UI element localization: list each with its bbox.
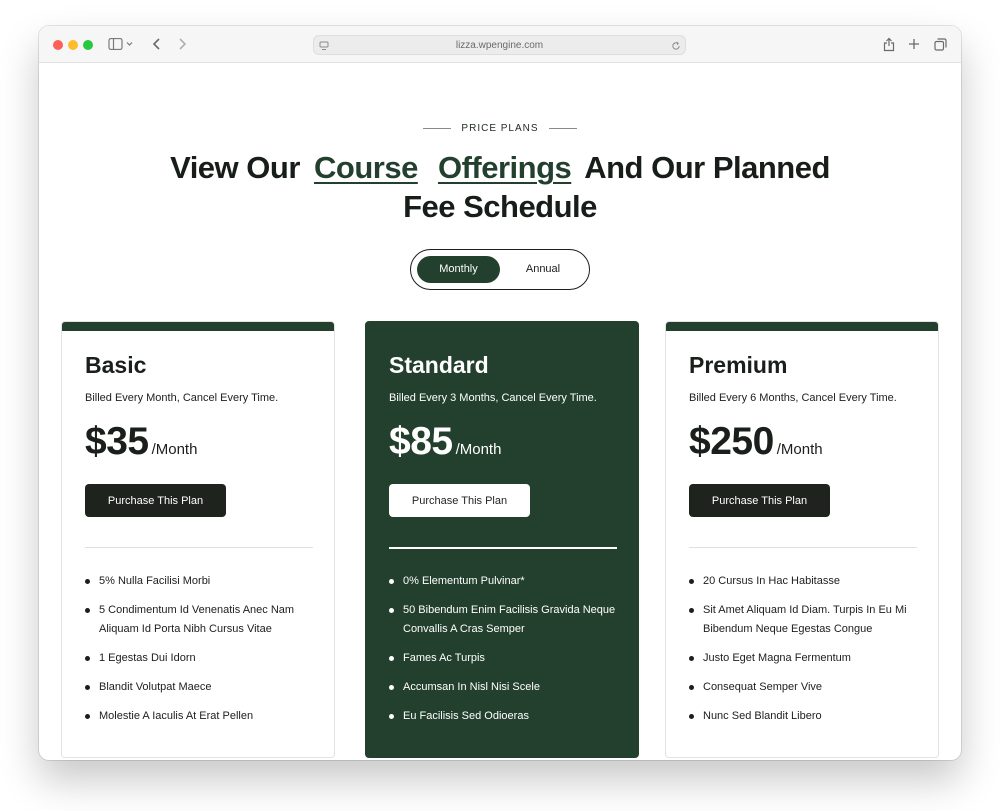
plan-price-row: $35/Month bbox=[85, 420, 197, 470]
chevron-left-icon[interactable] bbox=[149, 35, 165, 53]
tabs-overview-icon[interactable] bbox=[932, 35, 948, 53]
plan-price: $35 bbox=[85, 420, 149, 463]
plan-period: /Month bbox=[776, 441, 823, 458]
card-divider bbox=[689, 547, 917, 548]
feature-item: 20 Cursus In Hac Habitasse bbox=[689, 572, 919, 591]
feature-list: 0% Elementum Pulvinar* 50 Bibendum Enim … bbox=[389, 572, 619, 736]
plan-name: Basic bbox=[85, 352, 147, 378]
feature-item: Blandit Volutpat Maece bbox=[85, 678, 315, 697]
plan-name: Premium bbox=[689, 352, 788, 378]
card-accent-bar bbox=[62, 322, 334, 331]
headline-pre: View Our bbox=[170, 150, 300, 185]
feature-item: Eu Facilisis Sed Odioeras bbox=[389, 707, 619, 726]
close-window-button[interactable] bbox=[53, 40, 63, 50]
feature-item: Accumsan In Nisl Nisi Scele bbox=[389, 678, 619, 697]
feature-item: Nunc Sed Blandit Libero bbox=[689, 707, 919, 726]
plan-period: /Month bbox=[455, 441, 502, 458]
feature-item: Fames Ac Turpis bbox=[389, 649, 619, 668]
annual-toggle-option[interactable]: Annual bbox=[503, 256, 583, 283]
reload-icon[interactable] bbox=[670, 37, 682, 55]
share-icon[interactable] bbox=[881, 35, 897, 53]
plan-card-premium: Premium Billed Every 6 Months, Cancel Ev… bbox=[665, 321, 939, 758]
plan-price-row: $85/Month bbox=[389, 420, 501, 470]
page-title: View Our Course Offerings And Our Planne… bbox=[39, 148, 961, 226]
browser-toolbar: lizza.wpengine.com bbox=[39, 26, 961, 63]
card-divider bbox=[389, 547, 617, 549]
address-bar[interactable]: lizza.wpengine.com bbox=[313, 35, 686, 55]
headline-line2: Fee Schedule bbox=[403, 189, 597, 224]
feature-item: Molestie A Iaculis At Erat Pellen bbox=[85, 707, 315, 726]
feature-item: Justo Eget Magna Fermentum bbox=[689, 649, 919, 668]
plan-name: Standard bbox=[389, 352, 489, 378]
plus-icon[interactable] bbox=[906, 35, 922, 53]
section-eyebrow: PRICE PLANS bbox=[39, 123, 961, 134]
plan-price: $250 bbox=[689, 420, 774, 463]
offerings-link[interactable]: Offerings bbox=[438, 150, 572, 185]
billing-toggle: Monthly Annual bbox=[410, 249, 590, 290]
feature-list: 5% Nulla Facilisi Morbi 5 Condimentum Id… bbox=[85, 572, 315, 736]
feature-item: 5 Condimentum Id Venenatis Anec Nam Aliq… bbox=[85, 601, 315, 639]
monthly-toggle-option[interactable]: Monthly bbox=[417, 256, 500, 283]
chevron-right-icon[interactable] bbox=[174, 35, 190, 53]
sidebar-icon[interactable] bbox=[107, 35, 135, 53]
feature-item: Consequat Semper Vive bbox=[689, 678, 919, 697]
url-text: lizza.wpengine.com bbox=[455, 40, 544, 51]
plan-period: /Month bbox=[151, 441, 198, 458]
course-link[interactable]: Course bbox=[314, 150, 418, 185]
browser-window: lizza.wpengine.com PRICE PLANS View Our … bbox=[39, 26, 961, 760]
plan-billing: Billed Every 6 Months, Cancel Every Time… bbox=[689, 392, 897, 404]
purchase-premium-button[interactable]: Purchase This Plan bbox=[689, 484, 830, 517]
feature-item: Sit Amet Aliquam Id Diam. Turpis In Eu M… bbox=[689, 601, 919, 639]
plan-card-basic: Basic Billed Every Month, Cancel Every T… bbox=[61, 321, 335, 758]
plan-billing: Billed Every 3 Months, Cancel Every Time… bbox=[389, 392, 597, 404]
plan-price-row: $250/Month bbox=[689, 420, 823, 470]
minimize-window-button[interactable] bbox=[68, 40, 78, 50]
feature-item: 1 Egestas Dui Idorn bbox=[85, 649, 315, 668]
feature-item: 5% Nulla Facilisi Morbi bbox=[85, 572, 315, 591]
zoom-window-button[interactable] bbox=[83, 40, 93, 50]
feature-list: 20 Cursus In Hac Habitasse Sit Amet Aliq… bbox=[689, 572, 919, 736]
eyebrow-text: PRICE PLANS bbox=[461, 123, 539, 134]
plan-billing: Billed Every Month, Cancel Every Time. bbox=[85, 392, 279, 404]
card-accent-bar bbox=[666, 322, 938, 331]
eyebrow-line-right bbox=[548, 127, 577, 129]
plan-card-standard: Standard Billed Every 3 Months, Cancel E… bbox=[365, 321, 639, 758]
purchase-basic-button[interactable]: Purchase This Plan bbox=[85, 484, 226, 517]
feature-item: 0% Elementum Pulvinar* bbox=[389, 572, 619, 591]
plan-price: $85 bbox=[389, 420, 453, 463]
eyebrow-line-left bbox=[423, 127, 452, 129]
feature-item: 50 Bibendum Enim Facilisis Gravida Neque… bbox=[389, 601, 619, 639]
purchase-standard-button[interactable]: Purchase This Plan bbox=[389, 484, 530, 517]
headline-post: And Our Planned bbox=[584, 150, 830, 185]
card-divider bbox=[85, 547, 313, 548]
page-content: PRICE PLANS View Our Course Offerings An… bbox=[39, 63, 961, 760]
